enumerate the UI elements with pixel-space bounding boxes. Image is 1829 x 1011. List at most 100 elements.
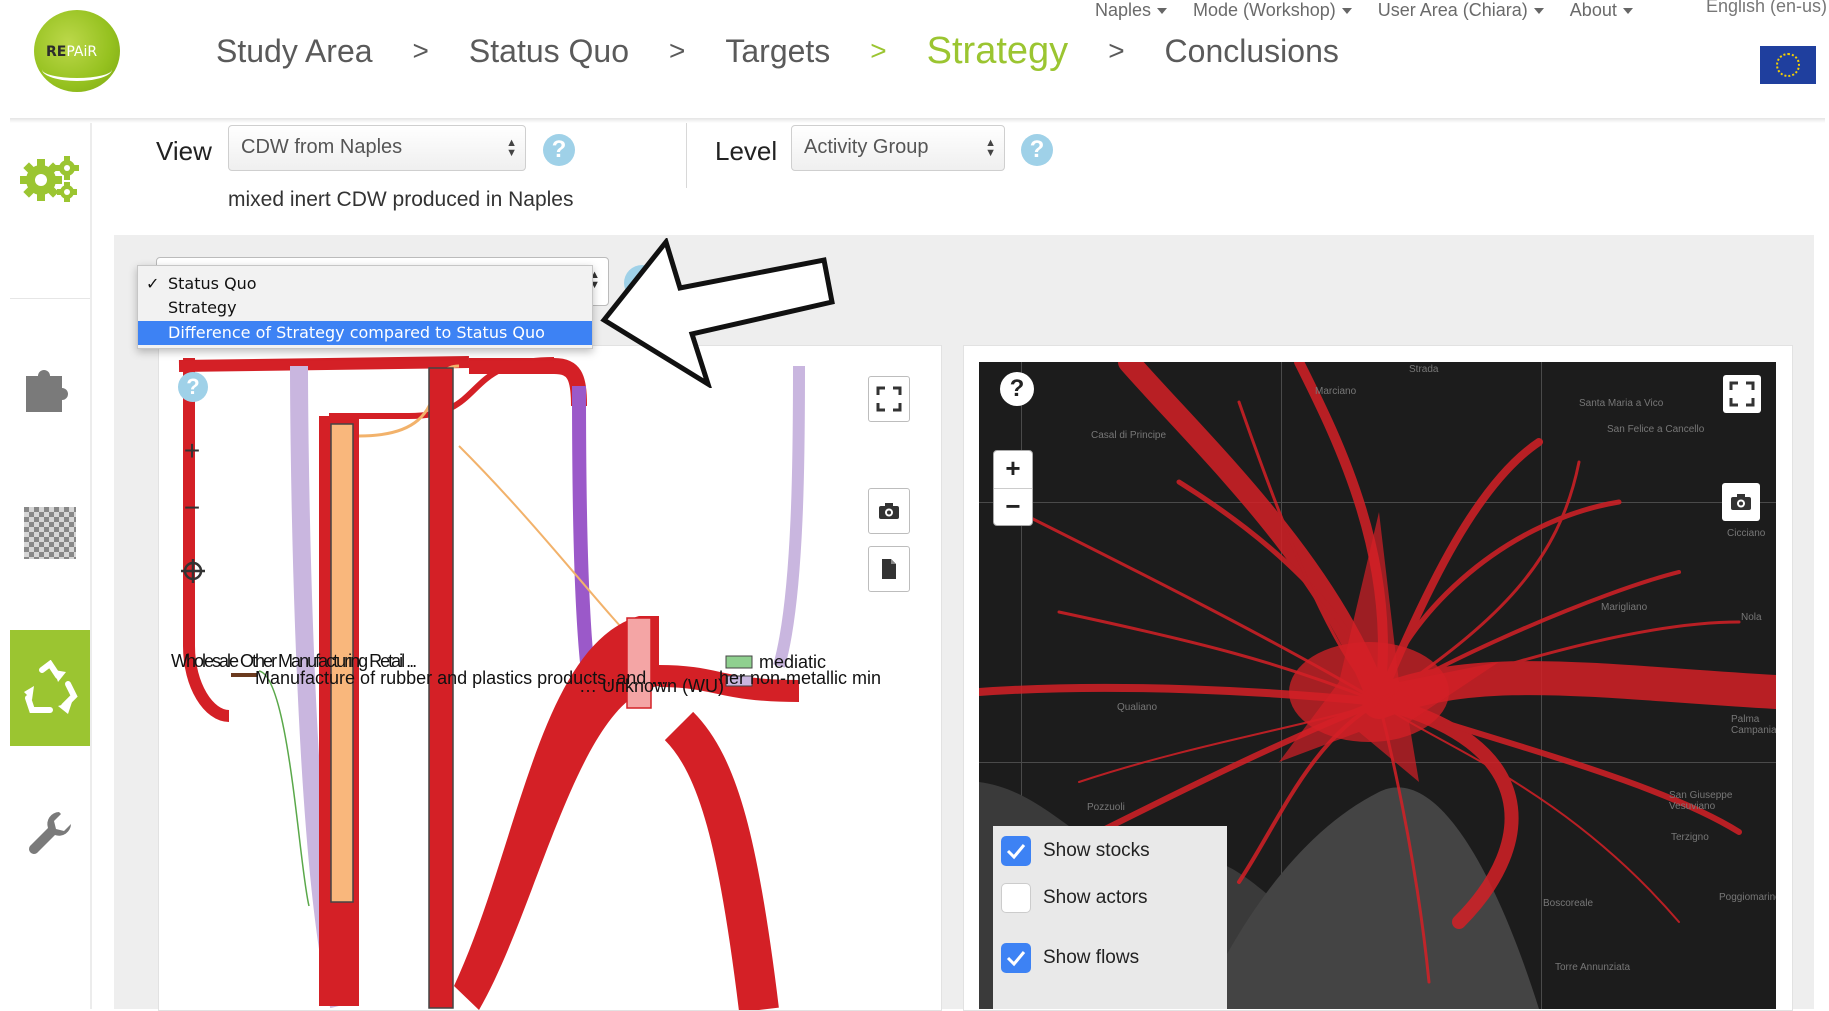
sankey-card: Wholesale Other Manufacturing Retail ...… [158,345,942,1011]
sidebar-item-modules[interactable] [10,333,90,443]
checkmark-icon: ✓ [146,274,160,293]
sidebar-item-grid[interactable] [10,478,90,588]
filter-divider [686,123,687,188]
select-arrows-icon: ▲ ▼ [985,137,996,159]
map-place-label: Marigliano [1601,602,1648,613]
map-zoom-in-button[interactable]: + [994,451,1032,488]
sankey-flow [178,356,470,372]
eu-stars [1776,53,1800,77]
crumb-study-area[interactable]: Study Area [216,33,373,70]
user-menu[interactable]: User Area (Chiara) [1378,0,1544,21]
map-screenshot-button[interactable] [1722,483,1760,521]
file-icon [882,559,896,579]
map-place-label: Torre Annunziata [1555,962,1631,973]
checkbox-checked[interactable] [1001,943,1031,973]
gears-icon [20,156,79,202]
wrench-icon [28,812,71,854]
option-difference[interactable]: Difference of Strategy compared to Statu… [138,321,592,345]
layer-toggle-stocks[interactable]: Show stocks [1001,836,1150,866]
sankey-export-button[interactable] [868,546,910,592]
sankey-zoom-in-button[interactable]: + [177,435,207,467]
sidebar [10,123,92,1009]
option-label: Strategy [168,298,237,317]
breadcrumb: Study Area > Status Quo > Targets > Stra… [216,28,1339,74]
map-place-label: Boscoreale [1543,898,1594,909]
caret-down-icon [1341,8,1352,15]
level-label: Level [715,136,778,166]
map-place-label: San Giuseppe Vesuviano [1669,790,1733,812]
sankey-screenshot-button[interactable] [868,488,910,534]
select-arrows-icon: ▲ ▼ [506,137,517,159]
map-place-label: Nola [1741,612,1762,623]
about-menu[interactable]: About [1570,0,1633,21]
checkbox-unchecked[interactable] [1001,883,1031,913]
layer-toggle-actors[interactable]: Show actors [1001,883,1148,913]
language-menu[interactable]: English (en-us) [1706,0,1827,17]
map-place-label: Strada [1409,364,1439,375]
view-select-value: CDW from Naples [241,136,403,158]
crumb-separator: > [870,35,887,66]
map-place-label: Cicciano [1727,528,1766,539]
sankey-label: … Unknown (WU) [579,676,725,696]
map-zoom-out-button[interactable]: − [994,489,1032,526]
crumb-strategy[interactable]: Strategy [927,30,1069,73]
map-place-label: Qualiano [1117,702,1158,713]
view-label: View [156,136,212,166]
map-place-label: San Felice a Cancello [1607,424,1705,435]
mode-menu[interactable]: Mode (Workshop) [1193,0,1352,21]
about-menu-label: About [1569,0,1617,20]
checkbox-checked[interactable] [1001,836,1031,866]
crumb-targets[interactable]: Targets [725,33,830,70]
option-label: Status Quo [168,274,257,293]
logo-swoosh [42,58,112,81]
fullscreen-icon [876,386,902,412]
caret-down-icon [1622,8,1633,15]
map-place-label: Marciano [1315,386,1357,397]
eu-flag-icon [1760,46,1816,84]
sankey-recenter-button[interactable] [180,558,206,589]
sidebar-item-setup[interactable] [10,123,90,233]
level-select[interactable]: Activity Group ▲ ▼ [791,125,1005,171]
sankey-zoom-out-button[interactable]: − [177,492,207,524]
caret-down-icon [1533,8,1544,15]
sankey-flow [773,365,805,668]
option-label: Difference of Strategy compared to Statu… [168,323,545,342]
view-help-icon[interactable]: ? [543,134,575,166]
map-help-icon[interactable]: ? [1000,372,1034,406]
crumb-conclusions[interactable]: Conclusions [1165,33,1339,70]
sidebar-item-recycle[interactable] [10,630,90,746]
caret-down-icon [1157,8,1168,15]
checkerboard-icon [24,507,76,559]
recycle-icon [24,660,78,714]
option-strategy[interactable]: Strategy [138,296,592,320]
comparison-dropdown-list: ✓ Status Quo Strategy Difference of Stra… [137,265,593,349]
crosshair-icon [181,559,205,583]
level-select-value: Activity Group [804,136,929,158]
city-menu[interactable]: Naples [1095,0,1168,21]
puzzle-icon [26,370,68,412]
map-layer-panel: Show stocks Show actors Show flows [993,826,1227,1009]
app-header: REPAiR Study Area > Status Quo > Targets… [0,0,1829,120]
sankey-node [725,655,753,669]
option-status-quo[interactable]: ✓ Status Quo [138,272,592,296]
crumb-separator: > [412,35,429,66]
repair-logo[interactable]: REPAiR [34,10,120,92]
user-menu-label: User Area (Chiara) [1377,0,1528,20]
check-icon [1006,844,1026,860]
map-fullscreen-button[interactable] [1723,375,1761,413]
sankey-help-icon[interactable]: ? [178,372,208,402]
crumb-separator: > [1108,35,1125,66]
sankey-fullscreen-button[interactable] [868,376,910,422]
map-place-label: Santa Maria a Vico [1579,398,1664,409]
annotation-arrow-icon [600,238,835,388]
view-select[interactable]: CDW from Naples ▲ ▼ [228,125,526,171]
crumb-status-quo[interactable]: Status Quo [469,33,629,70]
map-place-label: Terzigno [1671,832,1709,843]
layer-label: Show flows [1043,947,1140,968]
level-help-icon[interactable]: ? [1021,134,1053,166]
sankey-node [231,673,257,677]
fullscreen-icon [1729,381,1755,407]
layer-toggle-flows[interactable]: Show flows [1001,943,1139,973]
camera-icon [879,503,899,519]
sidebar-item-tools[interactable] [10,778,90,888]
